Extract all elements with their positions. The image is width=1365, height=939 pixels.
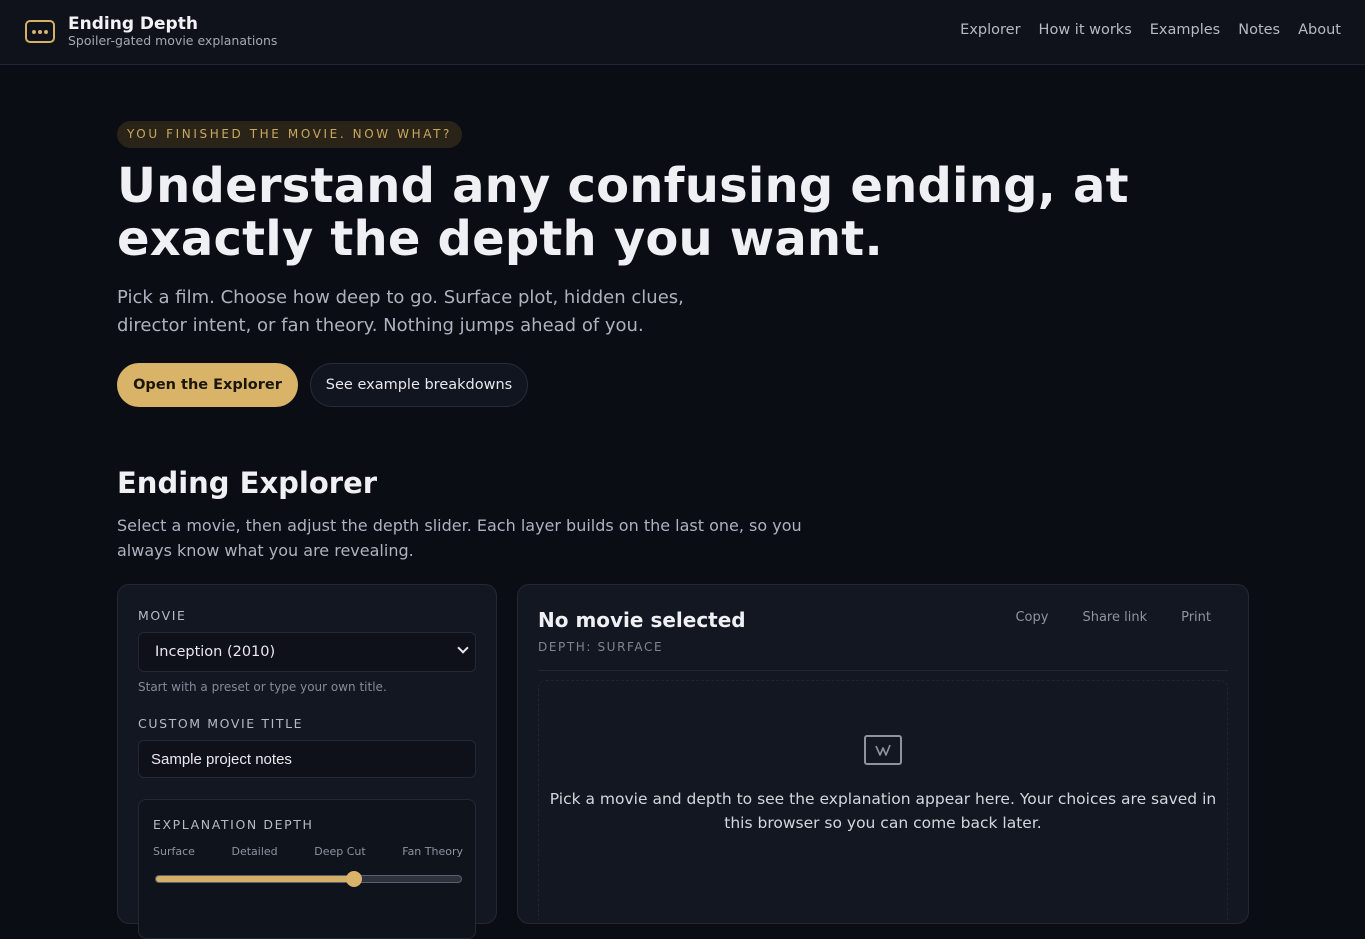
movie-hint: Start with a preset or type your own tit… [138,680,387,694]
result-actions: Copy Share link Print [998,610,1228,625]
print-button[interactable]: Print [1164,610,1228,625]
depth-tick-deep-cut[interactable]: Deep Cut [314,845,365,858]
copy-button[interactable]: Copy [998,610,1065,625]
top-bar: Ending Depth Spoiler-gated movie explana… [0,0,1365,65]
brand-title[interactable]: Ending Depth [68,14,198,34]
depth-tick-detailed[interactable]: Detailed [231,845,277,858]
nav-explorer[interactable]: Explorer [960,22,1020,38]
result-depth-tag: DEPTH: SURFACE [538,640,664,654]
brand-subtitle: Spoiler-gated movie explanations [68,33,278,48]
main-nav: Explorer How it works Examples Notes Abo… [960,22,1341,38]
open-explorer-button[interactable]: Open the Explorer [117,363,298,407]
explorer-title: Ending Explorer [117,466,378,500]
depth-slider-fill [156,876,355,882]
nav-how-it-works[interactable]: How it works [1039,22,1132,38]
movie-select-value: Inception (2010) [155,644,276,660]
explorer-controls-panel: MOVIE Inception (2010) Start with a pres… [117,584,497,939]
nav-about[interactable]: About [1298,22,1341,38]
hero-subtitle: Pick a film. Choose how deep to go. Surf… [117,287,684,336]
movie-label: MOVIE [138,608,187,623]
movie-select[interactable]: Inception (2010) [138,632,476,672]
depth-tick-surface[interactable]: Surface [153,845,195,858]
depth-slider-thumb[interactable] [346,871,363,887]
explorer-subtitle: Select a movie, then adjust the depth sl… [117,516,802,560]
see-examples-button[interactable]: See example breakdowns [310,363,528,407]
nav-notes[interactable]: Notes [1238,22,1280,38]
depth-card: EXPLANATION DEPTH Surface Detailed Deep … [138,799,476,939]
empty-state-message: Pick a movie and depth to see the explan… [549,790,1217,832]
nav-examples[interactable]: Examples [1150,22,1220,38]
chevron-down-icon [457,642,469,654]
custom-title-input[interactable] [138,740,476,778]
hero-title: Understand any confusing ending, at exac… [117,158,1129,267]
result-title: No movie selected [538,608,746,632]
explanation-panel: No movie selected DEPTH: SURFACE Copy Sh… [517,584,1249,924]
depth-slider[interactable] [155,871,462,887]
depth-tick-fan-theory[interactable]: Fan Theory [402,845,463,858]
share-link-button[interactable]: Share link [1065,610,1164,625]
logo-icon[interactable] [25,20,55,43]
depth-tick-labels: Surface Detailed Deep Cut Fan Theory [153,845,463,858]
hero-eyebrow: YOU FINISHED THE MOVIE. NOW WHAT? [117,121,463,148]
result-divider [538,670,1228,671]
custom-title-label: CUSTOM MOVIE TITLE [138,716,304,731]
depth-label: EXPLANATION DEPTH [153,817,314,832]
waveform-icon [864,735,902,765]
